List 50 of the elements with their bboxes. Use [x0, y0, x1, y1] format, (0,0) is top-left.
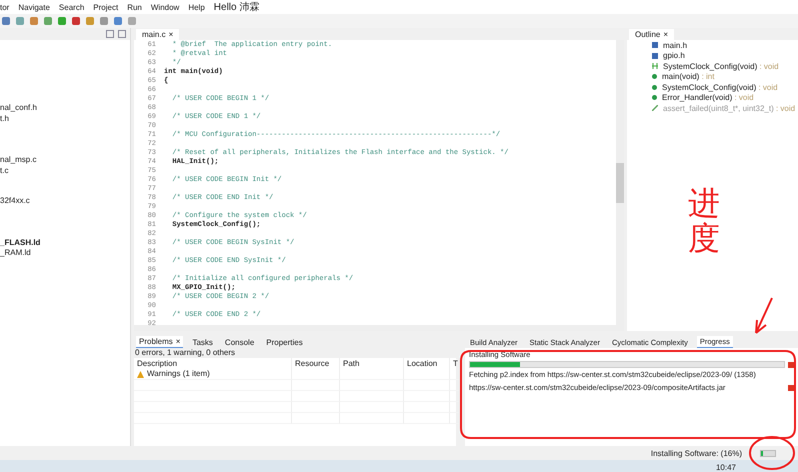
file-item[interactable]: _RAM.ld [0, 248, 31, 258]
warning-icon [137, 370, 144, 378]
status-text: Installing Software: (16%) [650, 448, 742, 458]
close-icon[interactable]: × [176, 337, 180, 346]
menu-item[interactable]: Project [93, 2, 118, 12]
outline-item[interactable]: SystemClock_Config(void) : void [663, 62, 779, 71]
menu-item[interactable]: Help [188, 2, 205, 12]
column-header[interactable]: Location [404, 358, 450, 369]
wrench-icon [652, 105, 658, 112]
prototype-icon [652, 63, 658, 70]
stop-icon[interactable] [788, 362, 794, 368]
file-item[interactable]: t.c [0, 166, 8, 176]
close-icon[interactable]: × [168, 30, 174, 39]
handwritten-arrow-drawing [755, 297, 773, 334]
view-tab[interactable]: Console [222, 336, 258, 348]
clock-time: 10:47 [716, 463, 736, 472]
tree-item[interactable]: Warnings (1 item) [147, 369, 210, 379]
column-header[interactable]: Path [340, 358, 404, 369]
user-greeting[interactable]: Hello 沛霖 [214, 0, 260, 14]
editor-tab[interactable]: main.c × [136, 29, 180, 40]
column-header[interactable]: Resource [292, 358, 340, 369]
menu-item[interactable]: Run [127, 2, 142, 12]
outline-item[interactable]: main.h [663, 40, 688, 50]
file-item[interactable]: 32f4xx.c [0, 196, 30, 206]
handwritten-circle-drawing [749, 436, 795, 470]
file-item[interactable]: t.h [0, 114, 9, 124]
view-tab[interactable]: Tasks [189, 336, 216, 348]
outline-item[interactable]: Error_Handler(void) : void [662, 93, 754, 102]
menu-item[interactable]: Search [58, 2, 84, 12]
table-cell[interactable]: Warnings (1 item) [134, 369, 292, 380]
menu-item[interactable]: Navigate [18, 2, 50, 12]
handwritten-note: 进度 [688, 186, 720, 256]
file-item[interactable]: _FLASH.ld [0, 238, 40, 248]
column-header[interactable]: Description [134, 358, 292, 369]
view-tab[interactable]: Problems × [136, 336, 184, 348]
close-icon[interactable]: × [663, 30, 668, 39]
file-item[interactable]: nal_msp.c [0, 155, 36, 166]
outline-item[interactable]: SystemClock_Config(void) : void [662, 82, 778, 92]
menu-item[interactable]: Window [150, 2, 180, 12]
status-progress-bar[interactable] [760, 450, 776, 456]
problems-summary: 0 errors, 1 warning, 0 others [134, 348, 456, 358]
scrollbar-thumb[interactable] [616, 162, 624, 202]
outline-item[interactable]: main(void) : int [662, 72, 714, 82]
column-header[interactable]: T [450, 358, 459, 369]
outline-tab[interactable]: Outline × [629, 29, 674, 40]
view-tab[interactable]: Properties [263, 336, 306, 348]
outline-item[interactable]: gpio.h [663, 51, 685, 60]
file-item[interactable]: nal_conf.h [0, 103, 37, 114]
stop-icon[interactable] [788, 384, 794, 390]
menu-item[interactable]: tor [0, 2, 10, 12]
